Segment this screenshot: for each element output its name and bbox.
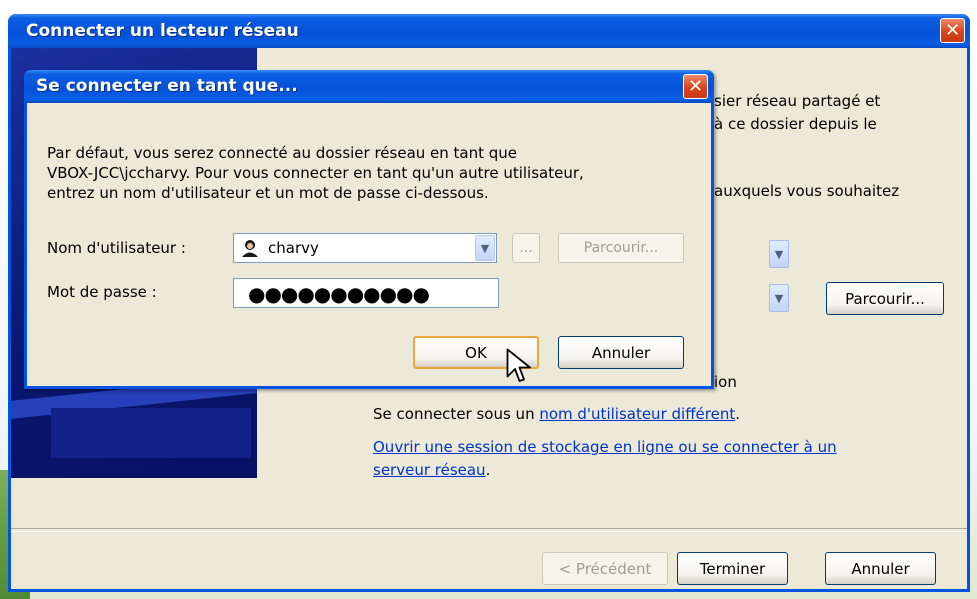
previous-label: < Précédent	[558, 559, 652, 578]
dialog-title-bar[interactable]: Se connecter en tant que... ✕	[24, 70, 714, 103]
chevron-down-icon: ▼	[480, 241, 490, 255]
mouse-pointer-icon	[506, 348, 531, 382]
drive-dropdown-arrow[interactable]: ▼	[769, 240, 789, 268]
finish-button[interactable]: Terminer	[677, 552, 788, 585]
username-label: Nom d'utilisateur :	[47, 239, 186, 257]
outer-browse-button[interactable]: Parcourir...	[826, 282, 944, 315]
ellipsis-label: ...	[519, 240, 533, 256]
password-label: Mot de passe :	[47, 283, 157, 301]
different-user-line: Se connecter sous un nom d'utilisateur d…	[373, 405, 740, 423]
network-server-link[interactable]: serveur réseau	[373, 461, 486, 479]
dialog-cancel-label: Annuler	[591, 343, 651, 362]
online-storage-suffix: .	[485, 461, 491, 479]
dialog-client-area: Par défaut, vous serez connecté au dossi…	[27, 103, 711, 386]
outer-title-bar[interactable]: Connecter un lecteur réseau ✕	[8, 14, 970, 48]
outer-window-title: Connecter un lecteur réseau	[26, 21, 299, 41]
outer-cancel-label: Annuler	[851, 559, 910, 578]
dialog-cancel-button[interactable]: Annuler	[558, 336, 684, 369]
dialog-browse-label: Parcourir...	[583, 240, 659, 256]
partial-instruction-line1: sier réseau partagé et	[714, 92, 881, 110]
password-field[interactable]: ●●●●●●●●●●●	[233, 278, 499, 308]
dialog-browse-button[interactable]: Parcourir...	[558, 233, 684, 263]
description-line-1: Par défaut, vous serez connecté au dossi…	[47, 144, 518, 162]
different-user-prefix: Se connecter sous un	[373, 405, 540, 423]
banner-block	[51, 408, 251, 458]
outer-cancel-button[interactable]: Annuler	[825, 552, 936, 585]
partial-instruction-line2: à ce dossier depuis le	[714, 115, 877, 133]
different-user-link[interactable]: nom d'utilisateur différent	[539, 405, 735, 423]
username-value: charvy	[268, 239, 319, 257]
outer-close-button[interactable]: ✕	[940, 18, 965, 43]
dialog-close-button[interactable]: ✕	[683, 74, 708, 99]
online-storage-line1: Ouvrir une session de stockage en ligne …	[373, 438, 837, 456]
dialog-title: Se connecter en tant que...	[36, 76, 298, 96]
description-line-2: VBOX-JCC\jccharvy. Pour vous connecter e…	[47, 164, 584, 182]
wizard-separator	[11, 528, 967, 532]
online-storage-line2: serveur réseau.	[373, 461, 490, 479]
chevron-down-icon: ▼	[774, 247, 784, 261]
folder-dropdown-arrow[interactable]: ▼	[769, 284, 789, 312]
username-combobox[interactable]: charvy ▼	[233, 233, 497, 263]
finish-label: Terminer	[699, 559, 766, 578]
ellipsis-button[interactable]: ...	[512, 233, 540, 263]
password-value: ●●●●●●●●●●●	[248, 282, 430, 306]
dialog-description: Par défaut, vous serez connecté au dossi…	[47, 143, 697, 203]
previous-button[interactable]: < Précédent	[542, 552, 668, 585]
partial-instruction-line3: auxquels vous souhaitez	[714, 182, 900, 200]
different-user-suffix: .	[735, 405, 740, 423]
username-dropdown-arrow[interactable]: ▼	[475, 235, 495, 261]
user-icon	[242, 240, 258, 257]
chevron-down-icon: ▼	[774, 291, 784, 305]
outer-browse-label: Parcourir...	[845, 289, 925, 308]
partial-reconnect-text: ion	[714, 373, 737, 391]
close-icon: ✕	[944, 19, 961, 41]
online-storage-link[interactable]: Ouvrir une session de stockage en ligne …	[373, 438, 837, 456]
connect-as-dialog: Se connecter en tant que... ✕ Par défaut…	[24, 70, 714, 389]
close-icon: ✕	[687, 75, 704, 97]
description-line-3: entrez un nom d'utilisateur et un mot de…	[47, 184, 489, 202]
ok-label: OK	[465, 343, 487, 362]
